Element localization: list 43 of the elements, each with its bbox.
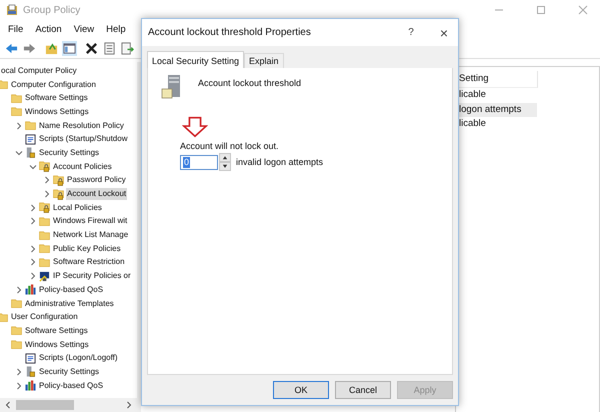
tree-item[interactable]: Security Settings: [38, 146, 100, 159]
tree-item[interactable]: Scripts (Logon/Logoff): [38, 352, 119, 364]
tree-item[interactable]: User Configuration: [10, 311, 79, 324]
status-text: Account will not lock out.: [180, 141, 280, 151]
menu-item[interactable]: Help: [106, 24, 126, 34]
menu-item[interactable]: View: [74, 24, 94, 34]
tree-item[interactable]: Account Lockout: [66, 188, 128, 200]
tree-item[interactable]: Software Settings: [24, 324, 89, 337]
tree-item[interactable]: Account Policies: [52, 160, 113, 173]
tree-item[interactable]: Name Resolution Policy: [38, 120, 125, 132]
menu-item[interactable]: File: [8, 24, 24, 34]
dialog-button[interactable]: OK: [273, 381, 329, 399]
tree-item[interactable]: Software Settings: [24, 92, 89, 104]
close-button[interactable]: ×: [440, 24, 448, 40]
tab[interactable]: Explain: [244, 53, 284, 68]
tree-item[interactable]: Network List Manage: [52, 229, 130, 242]
tree-item[interactable]: Scripts (Startup/Shutdow: [38, 133, 128, 146]
dialog-button[interactable]: Cancel: [335, 381, 391, 399]
help-button[interactable]: ?: [408, 27, 414, 38]
tree-item[interactable]: Windows Settings: [24, 106, 90, 118]
number-field[interactable]: 0: [180, 154, 218, 170]
window-title: Group Policy: [23, 4, 80, 16]
tree-item[interactable]: IP Security Policies or: [52, 270, 132, 282]
list-row[interactable]: licable: [456, 117, 537, 132]
tree-item[interactable]: Security Settings: [38, 366, 100, 378]
policy-name: Account lockout threshold: [198, 78, 302, 88]
list-row[interactable]: logon attempts: [456, 102, 537, 117]
menu-item[interactable]: Action: [35, 24, 62, 34]
tree-item[interactable]: Windows Settings: [24, 338, 90, 351]
tree-item[interactable]: Public Key Policies: [52, 242, 122, 255]
tree-item[interactable]: Computer Configuration: [10, 78, 97, 91]
tree-item[interactable]: Administrative Templates: [24, 298, 115, 310]
tree-item[interactable]: Policy-based QoS: [38, 284, 104, 296]
dialog-title: Account lockout threshold Properties: [148, 27, 311, 38]
tree-item[interactable]: Windows Firewall wit: [52, 215, 128, 228]
tree-item[interactable]: Policy-based QoS: [38, 380, 104, 392]
field-label: invalid logon attempts: [236, 157, 324, 167]
tab[interactable]: Local Security Setting: [147, 51, 244, 68]
tree-item[interactable]: Password Policy: [66, 174, 127, 186]
tree-item[interactable]: ocal Computer Policy: [0, 64, 78, 77]
list-row[interactable]: licable: [456, 88, 537, 102]
tree-item[interactable]: Local Policies: [52, 202, 103, 214]
tree-item[interactable]: Software Restriction: [52, 256, 126, 268]
